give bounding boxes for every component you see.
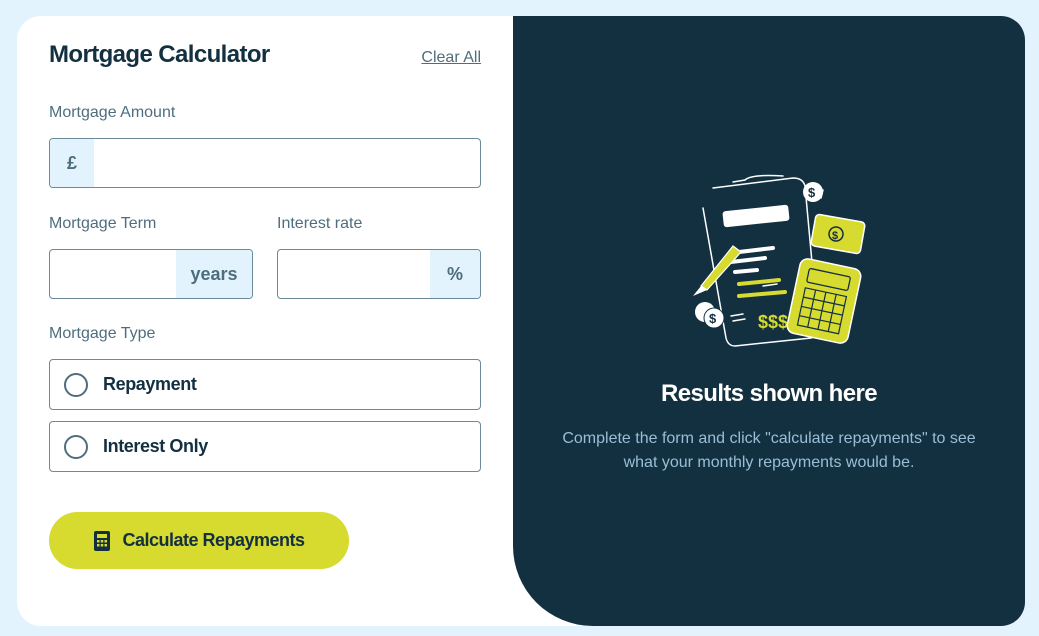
mortgage-amount-label: Mortgage Amount: [49, 104, 176, 121]
svg-text:$: $: [832, 230, 838, 242]
interest-rate-label: Interest rate: [277, 215, 363, 232]
results-panel: $$$ $ $ $ Results shown here Complete th…: [513, 16, 1025, 626]
interest-rate-field[interactable]: %: [277, 249, 481, 299]
radio-circle-icon[interactable]: [64, 434, 88, 459]
mortgage-illustration-icon: $$$ $ $ $: [693, 174, 866, 347]
mortgage-amount-input[interactable]: [94, 139, 480, 187]
years-suffix: years: [176, 250, 252, 298]
interest-rate-input[interactable]: [278, 250, 430, 298]
calculate-repayments-button[interactable]: Calculate Repayments: [49, 512, 349, 569]
currency-prefix: £: [50, 139, 94, 187]
mortgage-amount-field[interactable]: £: [49, 138, 481, 188]
results-description: Complete the form and click "calculate r…: [562, 430, 976, 471]
mortgage-term-label: Mortgage Term: [49, 215, 157, 232]
svg-text:$$$: $$$: [758, 312, 788, 332]
form-header: Mortgage Calculator Clear All: [49, 41, 481, 69]
calculator-card: Mortgage Calculator Clear All Mortgage A…: [17, 16, 1025, 626]
percent-suffix: %: [430, 250, 480, 298]
radio-circle-icon[interactable]: [64, 372, 88, 397]
mortgage-term-field[interactable]: years: [49, 249, 253, 299]
page-title: Mortgage Calculator: [49, 41, 270, 68]
radio-label-interest-only: Interest Only: [103, 436, 208, 456]
mortgage-term-input[interactable]: [50, 250, 176, 298]
calculate-button-label: Calculate Repayments: [122, 530, 305, 550]
calculator-icon: [94, 530, 111, 551]
results-title: Results shown here: [661, 380, 878, 407]
clear-all-link[interactable]: Clear All: [421, 49, 481, 67]
svg-text:$: $: [709, 311, 717, 326]
form-panel: Mortgage Calculator Clear All Mortgage A…: [17, 16, 513, 626]
radio-label-repayment: Repayment: [103, 374, 197, 394]
svg-text:$: $: [808, 185, 816, 200]
radio-option-interest-only[interactable]: Interest Only: [49, 421, 481, 472]
radio-option-repayment[interactable]: Repayment: [49, 359, 481, 410]
mortgage-type-label: Mortgage Type: [49, 325, 156, 342]
